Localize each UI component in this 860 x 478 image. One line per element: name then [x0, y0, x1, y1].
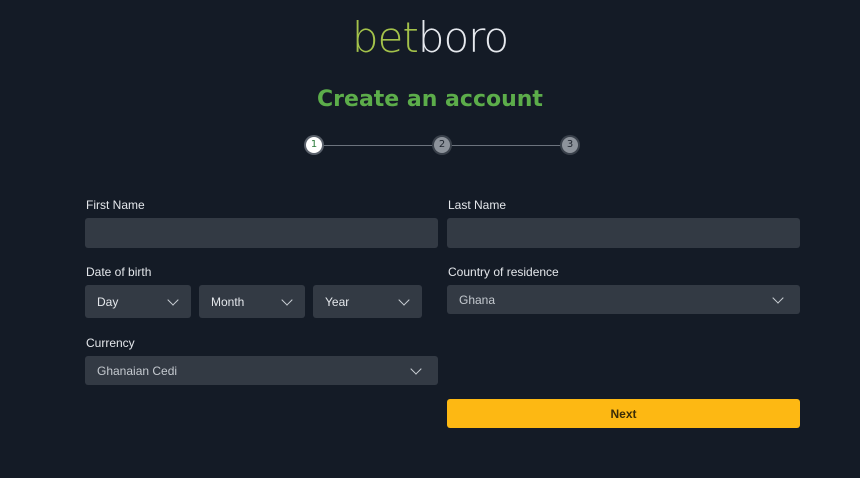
- country-value: Ghana: [459, 292, 496, 307]
- dob-day-select[interactable]: Day: [85, 285, 191, 318]
- first-name-field[interactable]: [85, 218, 438, 248]
- logo-text-bet: bet: [351, 13, 419, 62]
- dob-label: Date of birth: [86, 265, 152, 279]
- dob-year-select[interactable]: Year: [313, 285, 422, 318]
- dob-year-value: Year: [325, 294, 350, 309]
- country-label: Country of residence: [448, 265, 559, 279]
- step-indicator: 1 2 3: [0, 134, 860, 158]
- currency-select[interactable]: Ghanaian Cedi: [85, 356, 438, 385]
- chevron-down-icon: [398, 293, 410, 306]
- dob-month-value: Month: [211, 294, 245, 309]
- step-connector: [322, 145, 434, 146]
- chevron-down-icon: [772, 291, 784, 304]
- step-3: 3: [562, 137, 578, 153]
- step-connector: [450, 145, 562, 146]
- page-title: Create an account: [317, 87, 543, 112]
- logo-text-boro: boro: [417, 13, 509, 62]
- brand-logo[interactable]: betboro: [0, 12, 860, 64]
- chevron-down-icon: [281, 293, 293, 306]
- first-name-label: First Name: [86, 198, 145, 212]
- chevron-down-icon: [410, 362, 422, 375]
- last-name-label: Last Name: [448, 198, 507, 212]
- signup-page: betboro Create an account 1 2 3 First Na…: [0, 0, 860, 478]
- chevron-down-icon: [167, 293, 179, 306]
- next-button[interactable]: Next: [447, 399, 800, 428]
- step-1: 1: [306, 137, 322, 153]
- last-name-field[interactable]: [447, 218, 800, 248]
- country-select[interactable]: Ghana: [447, 285, 800, 314]
- currency-label: Currency: [86, 336, 135, 350]
- dob-day-value: Day: [97, 294, 119, 309]
- step-2: 2: [434, 137, 450, 153]
- currency-value: Ghanaian Cedi: [97, 363, 178, 378]
- dob-month-select[interactable]: Month: [199, 285, 305, 318]
